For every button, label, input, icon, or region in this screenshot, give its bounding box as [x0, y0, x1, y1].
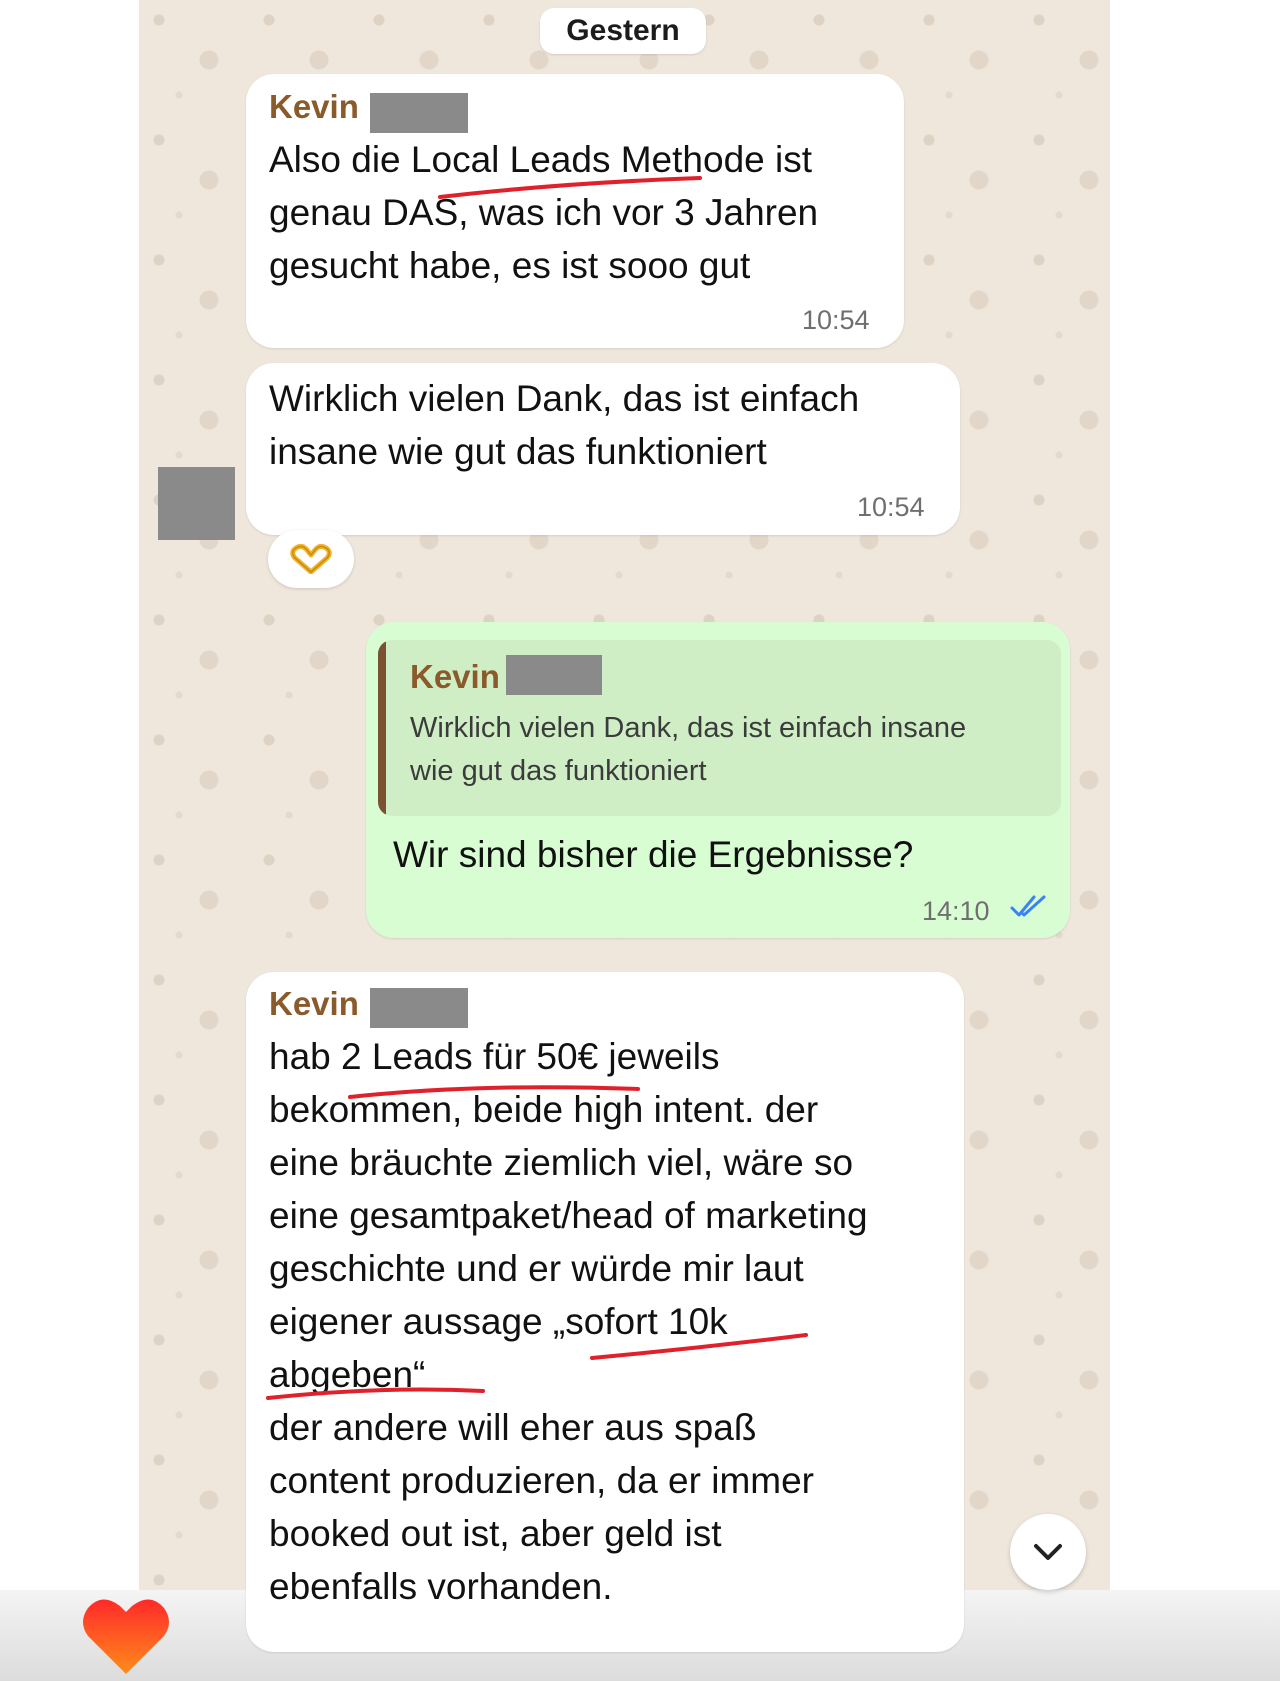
- quote-accent-bar: [378, 640, 386, 816]
- message-time: 10:54: [802, 305, 870, 335]
- date-separator: Gestern: [540, 8, 706, 54]
- chevron-down-icon: [1034, 1544, 1062, 1560]
- redacted-surname: [506, 655, 602, 695]
- message-text: Wirklich vielen Dank, das ist einfach in…: [269, 378, 860, 472]
- redacted-avatar: [158, 467, 235, 540]
- message-time: 10:54: [857, 492, 925, 522]
- heart-icon[interactable]: [80, 1596, 172, 1676]
- redacted-surname: [370, 93, 468, 133]
- double-check-icon: [1010, 895, 1046, 917]
- sender-name: Kevin: [269, 985, 359, 1022]
- heart-hands-icon: [290, 544, 332, 574]
- message-text: hab 2 Leads für 50€ jeweils bekommen, be…: [269, 1036, 868, 1607]
- redacted-surname: [370, 988, 468, 1028]
- quoted-text: Wirklich vielen Dank, das ist einfach in…: [410, 712, 967, 787]
- quoted-sender-name: Kevin: [410, 658, 500, 695]
- sender-name: Kevin: [269, 88, 359, 125]
- quoted-message[interactable]: Kevin Wirklich vielen Dank, das ist einf…: [378, 640, 1061, 816]
- message-reaction[interactable]: [268, 530, 354, 588]
- message-text: Wir sind bisher die Ergebnisse?: [393, 834, 914, 875]
- message-text: Also die Local Leads Methode ist genau D…: [269, 139, 819, 286]
- message-time: 14:10: [922, 896, 990, 926]
- scroll-to-bottom-button[interactable]: [1010, 1514, 1086, 1590]
